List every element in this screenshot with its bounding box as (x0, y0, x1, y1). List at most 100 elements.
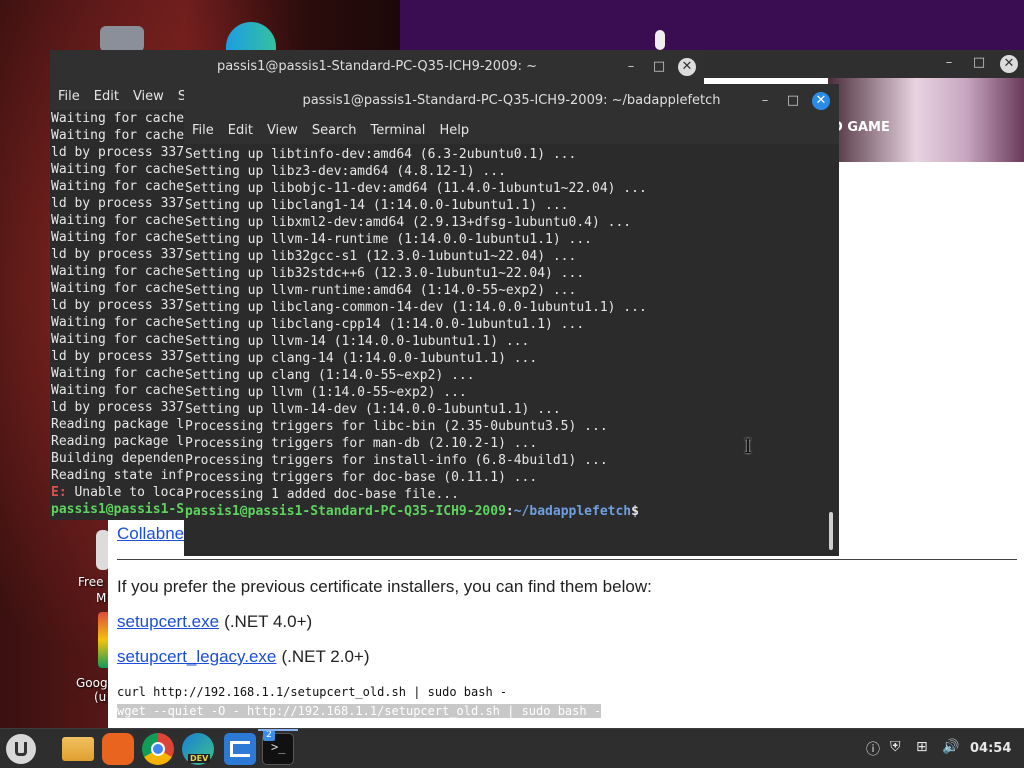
prompt-path: ~/badapplefetch (513, 504, 632, 519)
terminal-line: Waiting for cache (51, 162, 185, 177)
clock[interactable]: 04:54 (970, 741, 1011, 756)
terminal-back-output[interactable]: Waiting for cache Waiting for cache ld by … (51, 110, 185, 520)
terminal-line: Waiting for cache (51, 230, 185, 245)
volume-icon[interactable]: 🔊 (942, 739, 959, 755)
terminal-line: Setting up lib32stdc++6 (12.3.0-1ubuntu1… (185, 266, 585, 281)
menu-terminal[interactable]: Terminal (370, 118, 425, 144)
terminal-line: ld by process 337 (51, 298, 185, 313)
terminal-line: Waiting for cache (51, 366, 185, 381)
terminal-window-front[interactable]: passis1@passis1-Standard-PC-Q35-ICH9-200… (184, 84, 839, 556)
terminal-line: Processing triggers for doc-base (0.11.1… (185, 470, 538, 485)
terminal-prompt: passis1@passis1-S (51, 502, 185, 517)
firefox-icon[interactable] (102, 733, 134, 765)
edge-dev-icon[interactable]: DEV (182, 733, 214, 765)
terminal-front-output[interactable]: Setting up libtinfo-dev:amd64 (6.3-2ubun… (185, 146, 825, 554)
desktop-label-u: (u (94, 690, 107, 704)
terminal-line: ld by process 337 (51, 349, 185, 364)
terminal-error-line: E: Unable to loca (51, 484, 185, 501)
terminal-line: Waiting for cache (51, 213, 185, 228)
menu-file[interactable]: File (192, 118, 214, 144)
terminal-line: Setting up lib32gcc-s1 (12.3.0-1ubuntu1~… (185, 249, 577, 264)
terminal-line: Waiting for cache (51, 383, 185, 398)
taskbar: DEV >_ 2 ⓘ ⛨ ⊞ 🔊 04:54 (0, 728, 1024, 768)
collabnet-link[interactable]: Collabne (117, 524, 184, 544)
desktop-file-icon[interactable] (100, 26, 144, 52)
text-cursor-icon: I (744, 434, 752, 458)
terminal-line: Setting up libclang-cpp14 (1:14.0.0-1ubu… (185, 317, 585, 332)
notification-icon[interactable]: ⓘ (866, 739, 880, 759)
terminal-line: Setting up llvm-14-runtime (1:14.0.0-1ub… (185, 232, 592, 247)
terminal-line: Waiting for cache (51, 264, 185, 279)
chrome-icon[interactable] (142, 733, 174, 765)
terminal-line: Setting up libxml2-dev:amd64 (2.9.13+dfs… (185, 215, 632, 230)
prompt-separator: : (505, 504, 514, 519)
setupcert-legacy-link[interactable]: setupcert_legacy.exe (117, 647, 276, 666)
setupcert-row: setupcert.exe (.NET 4.0+) (117, 612, 312, 632)
terminal-line: Building dependen (51, 451, 185, 466)
terminal-line: Setting up libtinfo-dev:amd64 (6.3-2ubun… (185, 147, 577, 162)
page-banner-image: D GAME (828, 78, 1024, 162)
maximize-icon[interactable]: □ (784, 92, 802, 110)
menu-help[interactable]: Help (439, 118, 469, 144)
terminal-prompt: passis1@passis1-Standard-PC-Q35-ICH9-200… (185, 503, 825, 520)
terminal-line: ld by process 337 (51, 196, 185, 211)
desktop-label-goog: Goog (76, 676, 108, 690)
remote-app-icon[interactable] (224, 733, 256, 765)
terminal-line: Waiting for cache (51, 128, 185, 143)
minimize-icon[interactable]: – (756, 92, 774, 110)
close-icon[interactable]: ✕ (678, 58, 696, 76)
terminal-line: Reading package l (51, 417, 185, 432)
maximize-icon[interactable]: □ (650, 58, 668, 76)
menu-edit[interactable]: Edit (94, 84, 119, 110)
terminal-line: Reading package l (51, 434, 185, 449)
menu-mint-icon[interactable] (6, 734, 36, 764)
menu-view[interactable]: View (267, 118, 298, 144)
terminal-front-title: passis1@passis1-Standard-PC-Q35-ICH9-200… (302, 93, 721, 108)
terminal-line: Processing triggers for libc-bin (2.35-0… (185, 419, 608, 434)
terminal-back-titlebar[interactable]: passis1@passis1-Standard-PC-Q35-ICH9-200… (50, 50, 704, 84)
prompt-dollar: $ (631, 504, 639, 519)
terminal-line: Waiting for cache (51, 111, 185, 126)
shield-icon[interactable]: ⛨ (890, 739, 901, 755)
prompt-user: passis1@passis1-Standard-PC-Q35-ICH9-200… (185, 504, 506, 519)
terminal-line: Setting up libclang-common-14-dev (1:14.… (185, 300, 647, 315)
terminal-line: ld by process 337 (51, 247, 185, 262)
minimize-icon[interactable]: – (940, 54, 958, 72)
terminal-front-titlebar[interactable]: passis1@passis1-Standard-PC-Q35-ICH9-200… (184, 84, 839, 118)
terminal-line: Setting up llvm-runtime:amd64 (1:14.0-55… (185, 283, 577, 298)
menu-edit[interactable]: Edit (228, 118, 253, 144)
files-folder-icon[interactable] (62, 737, 94, 761)
desktop-app-icon[interactable] (655, 30, 665, 50)
wget-command-selected[interactable]: wget --quiet -O - http://192.168.1.1/set… (117, 704, 602, 718)
close-icon[interactable]: ✕ (812, 92, 830, 110)
terminal-line: Setting up libobjc-11-dev:amd64 (11.4.0-… (185, 181, 647, 196)
terminal-back-title: passis1@passis1-Standard-PC-Q35-ICH9-200… (216, 59, 538, 74)
terminal-scrollbar[interactable] (829, 512, 833, 550)
terminal-line: Reading state inf (51, 468, 185, 483)
terminal-line: Waiting for cache (51, 281, 185, 296)
terminal-line: Setting up llvm-14-dev (1:14.0.0-1ubuntu… (185, 402, 561, 417)
active-indicator (258, 729, 298, 731)
menu-view[interactable]: View (133, 84, 164, 110)
banner-text: D GAME (832, 120, 890, 135)
menu-file[interactable]: File (58, 84, 80, 110)
terminal-line: Setting up libclang1-14 (1:14.0.0-1ubunt… (185, 198, 569, 213)
terminal-line: Setting up libz3-dev:amd64 (4.8.12-1) ..… (185, 164, 506, 179)
minimize-icon[interactable]: – (622, 58, 640, 76)
maximize-icon[interactable]: □ (970, 54, 988, 72)
error-text: Unable to loca (66, 485, 185, 500)
close-icon[interactable]: ✕ (1000, 55, 1018, 73)
desktop-label-m: M (96, 591, 107, 605)
network-icon[interactable]: ⊞ (916, 739, 928, 755)
terminal-line: Waiting for cache (51, 315, 185, 330)
terminal-line: Setting up clang-14 (1:14.0.0-1ubuntu1.1… (185, 351, 538, 366)
setupcert-legacy-note: (.NET 2.0+) (281, 647, 370, 666)
menu-search[interactable]: Search (312, 118, 357, 144)
setupcert-legacy-row: setupcert_legacy.exe (.NET 2.0+) (117, 647, 370, 667)
setupcert-note: (.NET 4.0+) (224, 612, 313, 631)
terminal-line: Processing triggers for install-info (6.… (185, 453, 608, 468)
terminal-line: Processing 1 added doc-base file... (185, 487, 459, 502)
setupcert-link[interactable]: setupcert.exe (117, 612, 219, 631)
curl-command[interactable]: curl http://192.168.1.1/setupcert_old.sh… (117, 685, 507, 699)
horizontal-rule (117, 559, 1017, 560)
